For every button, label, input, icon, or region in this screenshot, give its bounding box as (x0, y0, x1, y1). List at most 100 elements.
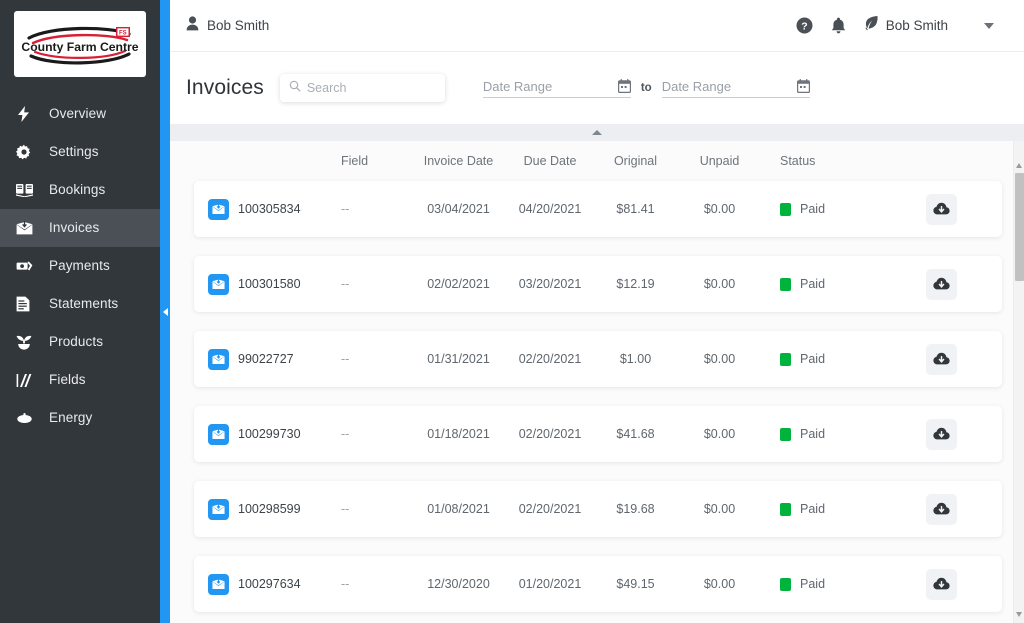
download-invoice-button[interactable] (925, 268, 957, 300)
invoice-original-amount: $19.68 (616, 502, 655, 516)
table-row[interactable]: 100301580 -- 02/02/2021 03/20/2021 $12.19 $0.… (194, 256, 1002, 312)
invoice-date: 02/02/2021 (427, 277, 490, 291)
status-badge: Paid (800, 502, 826, 516)
status-indicator (780, 427, 791, 441)
statement-icon (16, 296, 40, 312)
table-row[interactable]: 100298599 -- 01/08/2021 02/20/2021 $19.68 $0.… (194, 481, 1002, 537)
gear-icon (16, 144, 40, 160)
table-row[interactable]: 99022727 -- 01/31/2021 02/20/2021 $1.00 $0.00… (194, 331, 1002, 387)
status-badge: Paid (800, 202, 826, 216)
invoice-unpaid-amount: $0.00 (703, 277, 736, 291)
topbar-actions: ? Bob Smith (796, 15, 1008, 36)
chevron-down-icon[interactable] (984, 22, 994, 29)
vertical-scrollbar[interactable] (1013, 141, 1024, 623)
invoice-field: -- (341, 427, 350, 441)
app-root: FS County Farm Centre Overview Settings (0, 0, 1024, 623)
calendar-icon[interactable] (796, 79, 810, 93)
column-header-invoice-date: Invoice Date (423, 154, 494, 168)
sidebar-item-label: Energy (49, 410, 93, 426)
bolt-icon (16, 106, 40, 122)
table-row[interactable]: 100305834 -- 03/04/2021 04/20/2021 $81.41 $0.… (194, 181, 1002, 237)
date-range-separator: to (640, 81, 652, 94)
download-invoice-button[interactable] (925, 193, 957, 225)
search-input[interactable] (306, 81, 436, 95)
invoice-document-icon (208, 198, 229, 220)
sidebar-item-settings[interactable]: Settings (0, 133, 160, 171)
column-header-original: Original (613, 154, 658, 168)
date-range-group: to (482, 78, 810, 98)
status-badge: Paid (800, 577, 826, 591)
status-indicator (780, 352, 791, 366)
download-invoice-button[interactable] (925, 418, 957, 450)
svg-text:FS: FS (119, 31, 127, 37)
person-icon (186, 15, 199, 36)
sidebar-item-label: Overview (49, 106, 107, 122)
invoice-unpaid-amount: $0.00 (703, 577, 736, 591)
sidebar-item-statements[interactable]: Statements (0, 285, 160, 323)
sidebar-item-label: Fields (49, 372, 86, 388)
money-icon (16, 258, 40, 274)
county-farm-centre-logo-icon: FS County Farm Centre (21, 26, 139, 65)
date-range-from-field[interactable] (482, 78, 631, 98)
download-invoice-button[interactable] (925, 568, 957, 600)
sidebar-item-label: Settings (49, 144, 99, 160)
leaf-icon (864, 15, 879, 36)
sidebar-item-payments[interactable]: Payments (0, 247, 160, 285)
sidebar-item-bookings[interactable]: Bookings (0, 171, 160, 209)
download-invoice-button[interactable] (925, 493, 957, 525)
date-range-to-input[interactable] (661, 78, 797, 94)
invoice-due-date: 02/20/2021 (518, 502, 582, 516)
sidebar-item-overview[interactable]: Overview (0, 95, 160, 133)
chevron-up-icon (592, 130, 602, 135)
sidebar-item-fields[interactable]: Fields (0, 361, 160, 399)
column-header-field: Field (341, 154, 369, 168)
invoice-date: 01/18/2021 (427, 427, 490, 441)
invoice-document-icon (208, 498, 229, 520)
calendar-icon[interactable] (617, 79, 631, 93)
sidebar-item-energy[interactable]: Energy (0, 399, 160, 437)
invoice-number: 100298599 (238, 502, 301, 516)
invoice-due-date: 02/20/2021 (518, 352, 582, 366)
invoice-due-date: 03/20/2021 (518, 277, 582, 291)
invoice-date: 12/30/2020 (427, 577, 490, 591)
sidebar-item-label: Payments (49, 258, 110, 274)
sidebar-item-invoices[interactable]: Invoices (0, 209, 160, 247)
status-badge: Paid (800, 352, 826, 366)
help-circle-icon[interactable]: ? (796, 17, 813, 34)
table-row[interactable]: 100299730 -- 01/18/2021 02/20/2021 $41.68 $0.… (194, 406, 1002, 462)
sidebar-item-products[interactable]: Products (0, 323, 160, 361)
filters-collapse-bar[interactable] (170, 124, 1024, 141)
topbar: Bob Smith ? Bob Smith (170, 0, 1024, 52)
sidebar-item-label: Bookings (49, 182, 106, 198)
invoice-field: -- (341, 352, 350, 366)
invoice-number: 100299730 (238, 427, 301, 441)
field-icon (16, 372, 40, 388)
invoice-field: -- (341, 277, 350, 291)
invoice-due-date: 01/20/2021 (518, 577, 582, 591)
invoice-due-date: 04/20/2021 (518, 202, 582, 216)
status-indicator (780, 277, 791, 291)
brand-logo[interactable]: FS County Farm Centre (14, 11, 146, 77)
sprout-icon (16, 334, 40, 350)
sidebar-item-label: Statements (49, 296, 119, 312)
search-icon (289, 79, 301, 97)
scrollbar-thumb[interactable] (1015, 173, 1024, 281)
invoice-date: 03/04/2021 (427, 202, 490, 216)
search-box[interactable] (279, 74, 445, 102)
scroll-up-arrow[interactable] (1016, 163, 1022, 168)
svg-text:?: ? (801, 21, 807, 33)
date-range-from-input[interactable] (482, 78, 618, 94)
collapse-sidebar-handle[interactable] (160, 305, 170, 319)
topbar-user-menu[interactable]: Bob Smith (864, 15, 948, 36)
table-row[interactable]: 100297634 -- 12/30/2020 01/20/2021 $49.15 $0.… (194, 556, 1002, 612)
date-range-to-field[interactable] (661, 78, 810, 98)
invoice-document-icon (208, 348, 229, 370)
invoice-field: -- (341, 577, 350, 591)
scroll-down-arrow[interactable] (1016, 612, 1022, 617)
logo-wordmark: County Farm Centre (21, 40, 138, 54)
download-invoice-button[interactable] (925, 343, 957, 375)
invoice-number: 100297634 (238, 577, 301, 591)
main-content: Bob Smith ? Bob Smith Invoices Search Da… (170, 0, 1024, 623)
bell-icon[interactable] (831, 17, 846, 34)
topbar-account[interactable]: Bob Smith (186, 15, 269, 36)
